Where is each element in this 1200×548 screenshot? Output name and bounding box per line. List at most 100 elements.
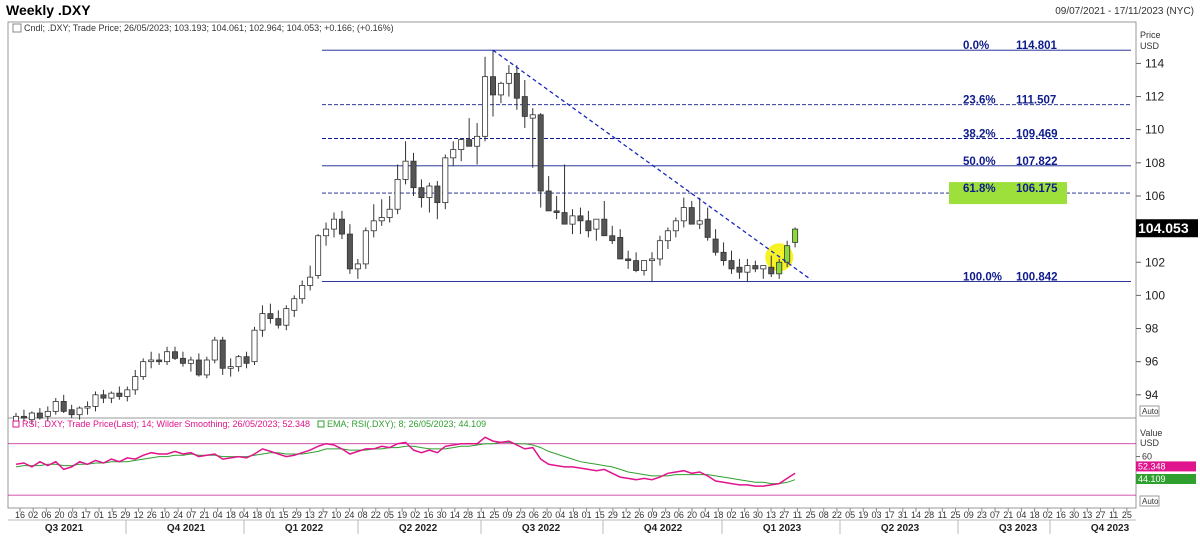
candle-body <box>132 376 139 391</box>
candle-body <box>513 72 520 99</box>
x-date-label: 29 <box>292 510 302 520</box>
rsi-line <box>15 436 796 487</box>
x-date-label: 20 <box>542 510 552 520</box>
candle-body <box>537 114 544 192</box>
price-tick-label: 114 <box>1145 56 1164 70</box>
candle-body <box>68 409 75 416</box>
candle-body <box>720 251 727 261</box>
x-axis-dates: 16 02 06 20 03 17 01 15 29 12 26 10 24 07 21 04 18 04 18 01… <box>8 508 1136 521</box>
candle <box>100 389 107 404</box>
x-quarter-label: Q3 2023 <box>999 523 1038 534</box>
candle <box>60 394 67 414</box>
candle <box>776 258 783 279</box>
price-auto-button[interactable]: Auto <box>1139 405 1160 417</box>
price-tick-label: 106 <box>1145 189 1165 203</box>
x-date-label: 07 <box>186 510 196 520</box>
x-date-label: 03 <box>68 510 78 520</box>
candle <box>346 224 353 274</box>
dxy-chart: Cndl; .DXY; Trade Price; 26/05/2023; 103… <box>7 21 1198 534</box>
candle <box>84 401 91 415</box>
x-date-label: 01 <box>265 510 275 520</box>
candle-body <box>275 318 282 326</box>
candle-body <box>561 212 568 225</box>
fib-value-label: 100.842 <box>1016 271 1058 283</box>
x-quarter-label: Q4 2021 <box>167 523 206 534</box>
candle-body <box>52 401 59 412</box>
candle-body <box>585 220 592 232</box>
candle <box>545 176 552 212</box>
candle-body <box>760 265 767 270</box>
candle-body <box>696 220 703 225</box>
price-tick-label: 112 <box>1145 90 1164 104</box>
candle <box>736 258 743 279</box>
svg-text:52.348: 52.348 <box>1138 461 1166 471</box>
x-date-label: 08 <box>819 510 829 520</box>
candle-body <box>784 245 791 263</box>
candle <box>489 50 496 117</box>
x-date-label: 09 <box>647 510 657 520</box>
fib-level-label: 50.0% <box>963 156 996 168</box>
candle <box>601 200 608 237</box>
x-date-label: 29 <box>608 510 618 520</box>
candle-body <box>164 351 171 363</box>
candle <box>434 181 441 220</box>
x-date-label: 22 <box>832 510 842 520</box>
candle <box>140 358 147 380</box>
x-date-label: 07 <box>990 510 1000 520</box>
candle <box>505 65 512 97</box>
candle-body <box>346 233 353 270</box>
x-date-label: 11 <box>1109 510 1118 520</box>
x-date-label: 18 <box>252 510 262 520</box>
x-quarter-label: Q4 2022 <box>644 523 683 534</box>
candle <box>649 252 656 283</box>
x-date-label: 17 <box>81 510 91 520</box>
x-date-label: 30 <box>753 510 763 520</box>
candle-body <box>36 412 43 419</box>
candle <box>291 295 298 317</box>
candle-body <box>179 357 186 364</box>
candle <box>641 260 648 276</box>
candle-body <box>641 260 648 271</box>
candle-body <box>370 220 377 232</box>
x-date-label: 11 <box>477 510 486 520</box>
fibonacci-labels: 0.0% 114.801 23.6% 111.507 38.2% 109.469 50.0%… <box>949 40 1067 283</box>
x-date-label: 04 <box>239 510 249 520</box>
candle <box>132 369 139 395</box>
candle-body <box>299 285 306 300</box>
candle-body <box>259 313 266 331</box>
candle-body <box>315 235 322 276</box>
candle <box>529 108 536 168</box>
rsi-auto-button[interactable]: Auto <box>1139 495 1160 507</box>
x-date-label: 18 <box>226 510 236 520</box>
candle-body <box>553 210 560 213</box>
candle <box>219 336 226 375</box>
price-tick-label: 94 <box>1145 388 1159 402</box>
x-date-label: 26 <box>147 510 157 520</box>
price-tick-label: 102 <box>1145 255 1165 269</box>
x-date-label: 15 <box>595 510 605 520</box>
candle-body <box>633 260 640 271</box>
candle-body <box>267 313 274 319</box>
candle <box>617 229 624 260</box>
candle-body <box>283 308 290 326</box>
candle-body <box>656 240 663 260</box>
candle-body <box>307 276 314 286</box>
candle-body <box>712 238 719 253</box>
x-date-label: 10 <box>160 510 170 520</box>
x-date-label: 18 <box>713 510 723 520</box>
candle <box>792 227 799 248</box>
x-date-label: 30 <box>437 510 447 520</box>
candle <box>315 234 322 279</box>
x-date-label: 06 <box>674 510 684 520</box>
candle-body <box>116 392 123 397</box>
candle <box>52 398 59 415</box>
candle <box>211 336 218 364</box>
candle <box>386 195 393 223</box>
candle <box>299 280 306 304</box>
x-date-label: 02 <box>727 510 737 520</box>
candle <box>275 310 282 329</box>
x-date-label: 27 <box>318 510 328 520</box>
rsi-axis-unit: USD <box>1140 438 1160 448</box>
x-date-label: 22 <box>371 510 381 520</box>
price-axis-title: Price <box>1140 30 1161 40</box>
